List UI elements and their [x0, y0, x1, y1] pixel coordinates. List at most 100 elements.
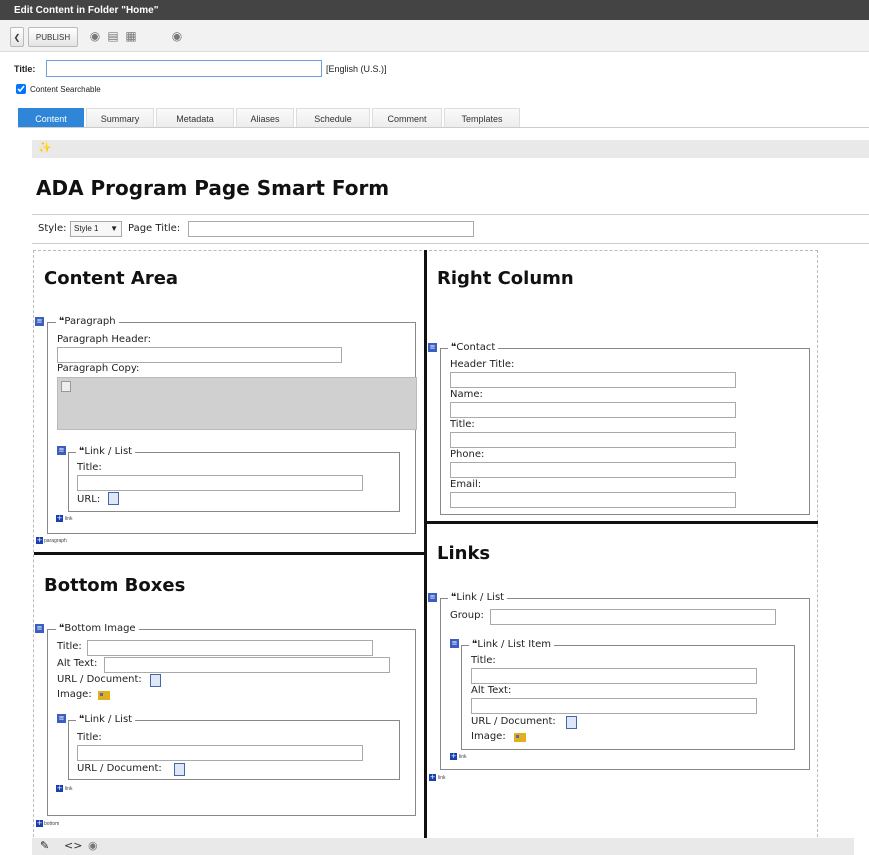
- add-bottom-label: bottom: [44, 821, 60, 827]
- add-paragraph-button[interactable]: +: [36, 537, 43, 544]
- bottom-image-image-label: Image:: [57, 689, 92, 700]
- contact-header-title-input[interactable]: [450, 372, 736, 388]
- link-list-toggle-icon[interactable]: ≡: [57, 446, 66, 455]
- add-link-button[interactable]: +: [56, 515, 63, 522]
- bottom-link-url-label: URL / Document:: [77, 763, 162, 774]
- bottom-link-title-label: Title:: [77, 732, 102, 743]
- link-item-title-input[interactable]: [471, 668, 757, 684]
- bottom-image-title-input[interactable]: [87, 640, 373, 656]
- editor-mode-bar: ✎ <> ◉: [32, 838, 854, 855]
- bottom-image-document-icon[interactable]: [150, 674, 161, 687]
- code-view-icon[interactable]: <>: [64, 839, 82, 852]
- contact-title-input[interactable]: [450, 432, 736, 448]
- paragraph-toggle-icon[interactable]: ≡: [35, 317, 44, 326]
- add-paragraph-label: paragraph: [44, 538, 67, 544]
- content-area-heading: Content Area: [44, 268, 179, 289]
- contact-toggle-icon[interactable]: ≡: [428, 343, 437, 352]
- tab-aliases[interactable]: Aliases: [236, 108, 294, 128]
- bottom-image-url-label: URL / Document:: [57, 674, 142, 685]
- publish-button[interactable]: PUBLISH: [28, 27, 78, 47]
- links-add-link-button[interactable]: +: [450, 753, 457, 760]
- link-title-input[interactable]: [77, 475, 363, 491]
- link-item-legend: ❝Link / List Item: [469, 639, 555, 650]
- bottom-image-title-label: Title:: [57, 641, 82, 652]
- save-icon[interactable]: ▦: [124, 29, 138, 43]
- contact-title-label: Title:: [450, 419, 475, 430]
- tab-comment[interactable]: Comment: [372, 108, 442, 128]
- tab-divider: [18, 127, 869, 128]
- link-item-toggle-icon[interactable]: ≡: [450, 639, 459, 648]
- tab-templates[interactable]: Templates: [444, 108, 520, 128]
- tab-content[interactable]: Content: [18, 108, 84, 128]
- contact-phone-label: Phone:: [450, 449, 485, 460]
- bottom-link-list-legend: ❝Link / List: [76, 714, 136, 725]
- help-icon[interactable]: ◉: [170, 29, 184, 43]
- links-group-label: Group:: [450, 610, 484, 621]
- links-group-input[interactable]: [490, 609, 776, 625]
- link-item-url-label: URL / Document:: [471, 716, 556, 727]
- link-item-document-icon[interactable]: [566, 716, 577, 729]
- back-button[interactable]: ❮: [10, 27, 24, 47]
- add-link-group-label: link: [438, 775, 446, 781]
- bottom-link-title-input[interactable]: [77, 745, 363, 761]
- bottom-add-link-button[interactable]: +: [56, 785, 63, 792]
- style-row-divider: [32, 243, 869, 244]
- contact-phone-input[interactable]: [450, 462, 736, 478]
- content-searchable-label: Content Searchable: [30, 85, 101, 94]
- title-label: Title:: [14, 64, 36, 74]
- link-item-title-label: Title:: [471, 655, 496, 666]
- link-item-alt-label: Alt Text:: [471, 685, 512, 696]
- paragraph-legend: ❝Paragraph: [56, 316, 119, 327]
- contact-header-title-label: Header Title:: [450, 359, 515, 370]
- bottom-image-legend: ❝Bottom Image: [56, 623, 139, 634]
- links-add-link-label: link: [459, 754, 467, 760]
- paragraph-copy-editor[interactable]: [57, 377, 417, 430]
- add-link-group-button[interactable]: +: [429, 774, 436, 781]
- link-item-alt-input[interactable]: [471, 698, 757, 714]
- content-searchable-checkbox[interactable]: [16, 84, 26, 94]
- bottom-image-alt-input[interactable]: [104, 657, 390, 673]
- bottom-image-picker-icon[interactable]: [98, 691, 110, 700]
- left-row-divider: [34, 552, 424, 555]
- style-label: Style:: [38, 223, 67, 234]
- contact-name-input[interactable]: [450, 402, 736, 418]
- links-heading: Links: [437, 543, 491, 564]
- bottom-link-list-toggle-icon[interactable]: ≡: [57, 714, 66, 723]
- bottom-link-document-icon[interactable]: [174, 763, 185, 776]
- page-title-label: Page Title:: [128, 223, 181, 234]
- add-bottom-button[interactable]: +: [36, 820, 43, 827]
- tab-summary[interactable]: Summary: [86, 108, 154, 128]
- document-picker-icon[interactable]: [108, 492, 119, 505]
- wand-icon[interactable]: ✨: [38, 141, 52, 154]
- paragraph-copy-label: Paragraph Copy:: [57, 363, 140, 374]
- tab-schedule[interactable]: Schedule: [296, 108, 370, 128]
- pencil-icon[interactable]: ✎: [40, 839, 49, 852]
- contact-email-input[interactable]: [450, 492, 736, 508]
- column-divider: [424, 250, 427, 842]
- contact-email-label: Email:: [450, 479, 482, 490]
- language-label: [English (U.S.)]: [326, 64, 387, 74]
- toolbar: ❮ PUBLISH ◉ ▤ ▦ ◉: [0, 20, 869, 52]
- contact-name-label: Name:: [450, 389, 483, 400]
- window-title: Edit Content in Folder "Home": [0, 0, 869, 20]
- style-select[interactable]: Style 1 ▼: [70, 221, 122, 237]
- links-link-list-toggle-icon[interactable]: ≡: [428, 593, 437, 602]
- link-url-label: URL:: [77, 494, 101, 505]
- preview-icon[interactable]: ▤: [106, 29, 120, 43]
- preview-mode-icon[interactable]: ◉: [88, 839, 98, 852]
- link-item-image-label: Image:: [471, 731, 506, 742]
- right-row-divider: [427, 521, 818, 524]
- bottom-image-toggle-icon[interactable]: ≡: [35, 624, 44, 633]
- page-title-input[interactable]: [188, 221, 474, 237]
- editor-toolbar: ✨: [32, 140, 869, 158]
- contact-legend: ❝Contact: [448, 342, 499, 353]
- checkin-icon[interactable]: ◉: [88, 29, 102, 43]
- title-input[interactable]: [46, 60, 322, 77]
- add-link-label: link: [65, 516, 73, 522]
- paragraph-header-input[interactable]: [57, 347, 342, 363]
- link-item-image-picker-icon[interactable]: [514, 733, 526, 742]
- link-list-legend: ❝Link / List: [76, 446, 136, 457]
- image-placeholder-icon: [61, 381, 71, 392]
- bottom-image-alt-label: Alt Text:: [57, 658, 98, 669]
- tab-metadata[interactable]: Metadata: [156, 108, 234, 128]
